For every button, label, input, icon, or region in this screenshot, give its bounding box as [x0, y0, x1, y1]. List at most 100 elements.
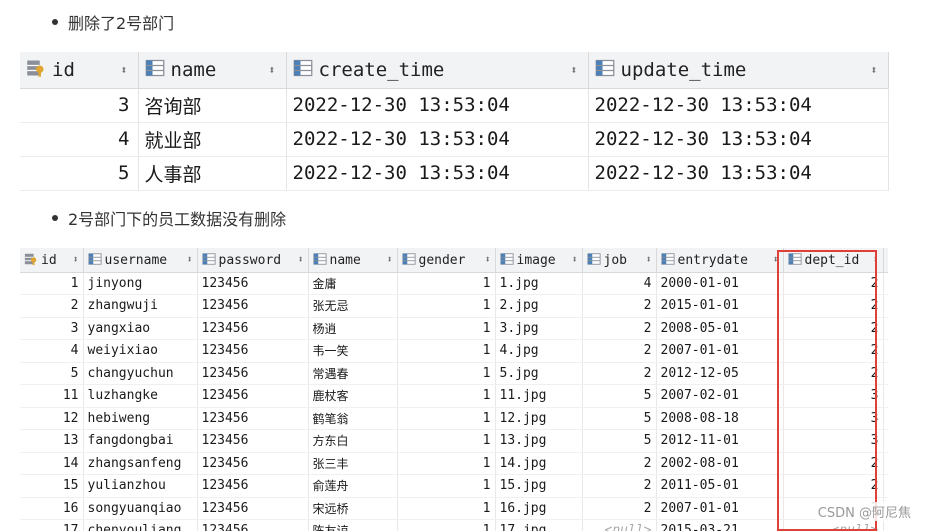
cell-gender[interactable]: 1	[397, 317, 496, 340]
cell-image[interactable]: 17.jpg	[495, 519, 583, 531]
cell-id[interactable]: 11	[20, 384, 84, 408]
cell-entrydate[interactable]: 2007-01-01	[656, 339, 784, 363]
cell-job[interactable]: 2	[582, 497, 657, 520]
cell-username[interactable]: fangdongbai	[83, 429, 198, 453]
cell-dept-id[interactable]: 2	[783, 474, 884, 498]
cell-id[interactable]: 15	[20, 474, 84, 498]
cell-create-time[interactable]: 2022-12-30 13:53:04	[286, 88, 589, 123]
cell-image[interactable]: 3.jpg	[495, 317, 583, 340]
cell-id[interactable]: 3	[20, 317, 84, 340]
cell-name[interactable]: 咨询部	[138, 88, 287, 123]
table-row[interactable]: 16 songyuanqiao 123456 宋远桥 1 16.jpg 2 2007-01-0…	[20, 497, 888, 520]
column-header-username[interactable]: username ⬍	[83, 248, 198, 273]
cell-image[interactable]: 16.jpg	[495, 497, 583, 520]
cell-id[interactable]: 4	[20, 339, 84, 363]
column-header-update-time[interactable]: update_time ⬍	[588, 52, 889, 89]
column-header-create-time[interactable]: create_time ⬍	[286, 52, 589, 89]
sort-arrows-icon[interactable]: ⬍	[297, 254, 303, 265]
cell-entrydate[interactable]: 2008-05-01	[656, 317, 784, 340]
sort-arrows-icon[interactable]: ⬍	[484, 254, 490, 265]
cell-name[interactable]: 张三丰	[308, 452, 398, 475]
table-row[interactable]: 15 yulianzhou 123456 俞莲舟 1 15.jpg 2 2011-05-01 2…	[20, 474, 888, 498]
cell-entrydate[interactable]: 2012-12-05	[656, 362, 784, 385]
table-row[interactable]: 4 就业部 2022-12-30 13:53:04 2022-12-30 13:53:…	[20, 122, 889, 157]
cell-name[interactable]: 鹤笔翁	[308, 407, 398, 430]
cell-job[interactable]: 2	[582, 339, 657, 363]
table-row[interactable]: 3yangxiao123456杨逍13.jpg22008-05-0122	[20, 317, 888, 340]
cell-password[interactable]: 123456	[197, 339, 309, 363]
cell-name[interactable]: 韦一笑	[308, 339, 398, 363]
cell-password[interactable]: 123456	[197, 294, 309, 318]
cell-gender[interactable]: 1	[397, 407, 496, 430]
cell-image[interactable]: 14.jpg	[495, 452, 583, 475]
cell-job[interactable]: 2	[582, 474, 657, 498]
cell-image[interactable]: 11.jpg	[495, 384, 583, 408]
cell-dept-id[interactable]: 2	[783, 294, 884, 318]
column-header-password[interactable]: password ⬍	[197, 248, 309, 273]
cell-update-time[interactable]: 2022-12-30 13:53:04	[588, 88, 889, 123]
cell-job[interactable]: 4	[582, 272, 657, 295]
column-header-id[interactable]: id ⬍	[20, 248, 84, 273]
table-row[interactable]: 1jinyong123456金庸11.jpg42000-01-0122	[20, 272, 888, 295]
table-row[interactable]: 17chenyouliang123456陈友谅117.jpg<null>2015…	[20, 519, 888, 531]
cell-id[interactable]: 4	[20, 122, 139, 157]
cell-entrydate[interactable]: 2015-03-21	[656, 519, 784, 531]
cell-id[interactable]: 5	[20, 156, 139, 191]
cell-dept-id[interactable]: 2	[783, 272, 884, 295]
cell-username[interactable]: yangxiao	[83, 317, 198, 340]
table-row[interactable]: 11luzhangke123456鹿杖客111.jpg52007-02-0132	[20, 384, 888, 408]
cell-id[interactable]: 12	[20, 407, 84, 430]
cell-id[interactable]: 1	[20, 272, 84, 295]
cell-image[interactable]: 12.jpg	[495, 407, 583, 430]
cell-update-time[interactable]: 2022-12-30 13:53:04	[588, 156, 889, 191]
cell-image[interactable]: 2.jpg	[495, 294, 583, 318]
cell-username[interactable]: zhangsanfeng	[83, 452, 198, 475]
cell-entrydate[interactable]: 2000-01-01	[656, 272, 784, 295]
cell-image[interactable]: 15.jpg	[495, 474, 583, 498]
cell-entrydate[interactable]: 2002-08-01	[656, 452, 784, 475]
cell-password[interactable]: 123456	[197, 519, 309, 531]
cell-username[interactable]: yulianzhou	[83, 474, 198, 498]
cell-name[interactable]: 宋远桥	[308, 497, 398, 520]
cell-image[interactable]: 1.jpg	[495, 272, 583, 295]
sort-arrows-icon[interactable]: ⬍	[571, 254, 577, 265]
table-row[interactable]: 12hebiweng123456鹤笔翁112.jpg52008-08-1832	[20, 407, 888, 430]
cell-gender[interactable]: 1	[397, 519, 496, 531]
column-header-image[interactable]: image ⬍	[495, 248, 583, 273]
cell-username[interactable]: weiyixiao	[83, 339, 198, 363]
table-row[interactable]: 4weiyixiao123456韦一笑14.jpg22007-01-0122	[20, 339, 888, 363]
cell-gender[interactable]: 1	[397, 362, 496, 385]
cell-job[interactable]: <null>	[582, 519, 657, 531]
sort-arrows-icon[interactable]: ⬍	[268, 63, 275, 77]
cell-image[interactable]: 5.jpg	[495, 362, 583, 385]
cell-password[interactable]: 123456	[197, 362, 309, 385]
emp-table-viewport[interactable]: id ⬍ username ⬍ password ⬍ name ⬍ gender ⬍ image ⬍ j…	[20, 248, 888, 531]
sort-arrows-icon[interactable]: ⬍	[72, 254, 78, 265]
cell-job[interactable]: 5	[582, 384, 657, 408]
cell-entrydate[interactable]: 2008-08-18	[656, 407, 784, 430]
cell-entrydate[interactable]: 2011-05-01	[656, 474, 784, 498]
column-header-name[interactable]: name ⬍	[138, 52, 287, 89]
cell-username[interactable]: changyuchun	[83, 362, 198, 385]
cell-id[interactable]: 14	[20, 452, 84, 475]
cell-username[interactable]: hebiweng	[83, 407, 198, 430]
cell-name[interactable]: 陈友谅	[308, 519, 398, 531]
cell-username[interactable]: chenyouliang	[83, 519, 198, 531]
cell-job[interactable]: 2	[582, 452, 657, 475]
cell-name[interactable]: 杨逍	[308, 317, 398, 340]
cell-name[interactable]: 方东白	[308, 429, 398, 453]
cell-gender[interactable]: 1	[397, 429, 496, 453]
cell-password[interactable]: 123456	[197, 407, 309, 430]
sort-arrows-icon[interactable]: ⬍	[570, 63, 577, 77]
cell-update-time[interactable]: 2022-12-30 13:53:04	[588, 122, 889, 157]
cell-image[interactable]: 4.jpg	[495, 339, 583, 363]
cell-gender[interactable]: 1	[397, 339, 496, 363]
sort-arrows-icon[interactable]: ⬍	[772, 254, 778, 265]
cell-job[interactable]: 5	[582, 407, 657, 430]
column-header-entrydate[interactable]: entrydate ⬍	[656, 248, 784, 273]
sort-arrows-icon[interactable]: ⬍	[386, 254, 392, 265]
cell-gender[interactable]: 1	[397, 384, 496, 408]
cell-entrydate[interactable]: 2007-01-01	[656, 497, 784, 520]
cell-job[interactable]: 5	[582, 429, 657, 453]
cell-create-time[interactable]: 2022-12-30 13:53:04	[286, 122, 589, 157]
